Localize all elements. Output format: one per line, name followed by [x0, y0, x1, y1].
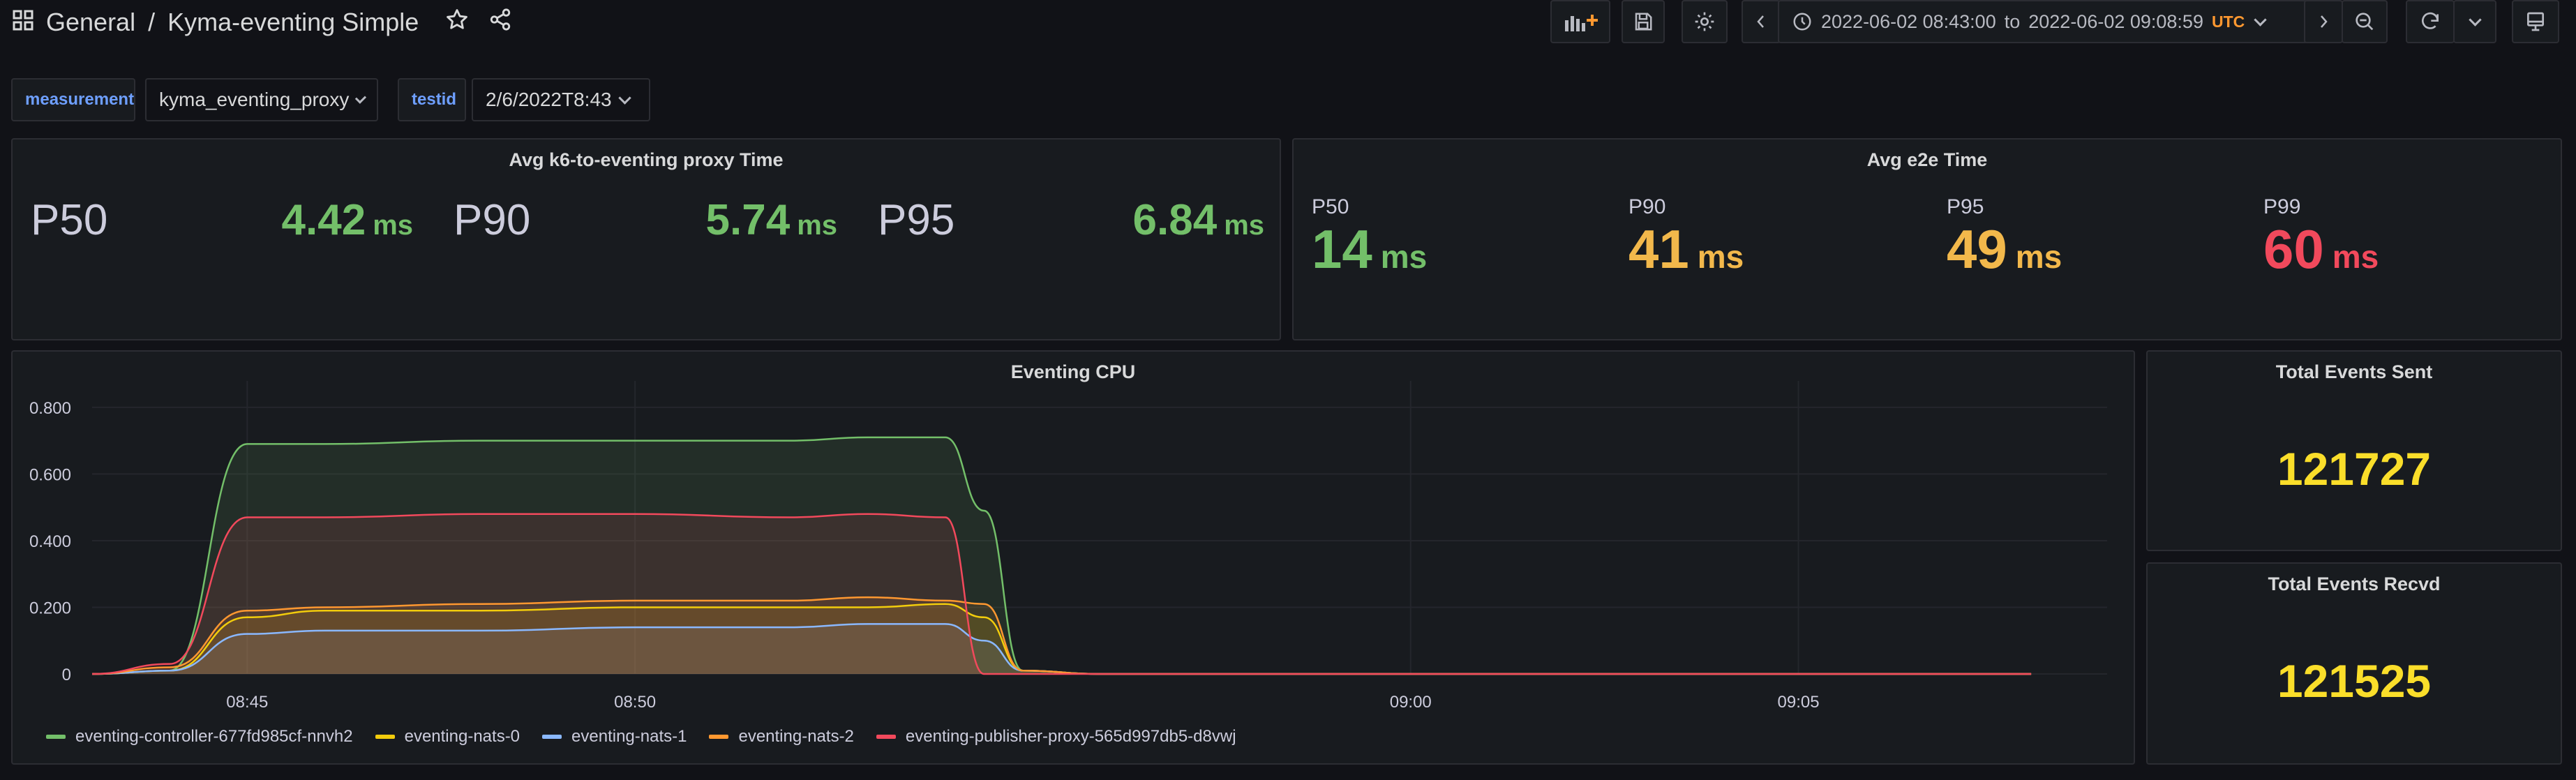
legend-label: eventing-nats-2: [738, 727, 854, 746]
legend-swatch: [542, 735, 562, 739]
x-tick-label: 09:05: [1778, 693, 1820, 712]
legend-label: eventing-nats-0: [404, 727, 521, 746]
legend-swatch: [46, 735, 66, 739]
panel-title[interactable]: Total Events Recvd: [2148, 573, 2561, 595]
x-tick-label: 09:00: [1390, 693, 1432, 712]
chart-series-areas: [92, 437, 2032, 674]
total-events-recvd-value: 121525: [2277, 655, 2432, 707]
y-tick-label: 0: [62, 666, 71, 684]
legend-item[interactable]: eventing-nats-1: [542, 727, 687, 747]
panel-title[interactable]: Total Events Sent: [2148, 361, 2561, 383]
legend-swatch: [876, 735, 896, 739]
total-events-sent-value: 121727: [2277, 443, 2432, 495]
chart-legend: eventing-controller-677fd985cf-nnvh2 even…: [46, 727, 1236, 747]
legend-item[interactable]: eventing-publisher-proxy-565d997db5-d8vw…: [876, 727, 1236, 747]
legend-label: eventing-controller-677fd985cf-nnvh2: [75, 727, 353, 746]
legend-item[interactable]: eventing-nats-0: [375, 727, 520, 747]
legend-swatch: [709, 735, 729, 739]
panel-total-events-recvd: Total Events Recvd 121525: [2146, 562, 2562, 765]
y-tick-label: 0.200: [29, 599, 71, 617]
legend-item[interactable]: eventing-controller-677fd985cf-nnvh2: [46, 727, 353, 747]
y-tick-label: 0.400: [29, 532, 71, 551]
x-tick-label: 08:45: [226, 693, 268, 712]
y-tick-label: 0.600: [29, 465, 71, 484]
legend-item[interactable]: eventing-nats-2: [709, 727, 854, 747]
legend-swatch: [375, 735, 395, 739]
y-tick-label: 0.800: [29, 399, 71, 418]
series-area: [92, 513, 2032, 674]
legend-label: eventing-nats-1: [571, 727, 687, 746]
legend-label: eventing-publisher-proxy-565d997db5-d8vw…: [905, 727, 1236, 746]
x-tick-label: 08:50: [614, 693, 656, 712]
panel-total-events-sent: Total Events Sent 121727: [2146, 350, 2562, 551]
